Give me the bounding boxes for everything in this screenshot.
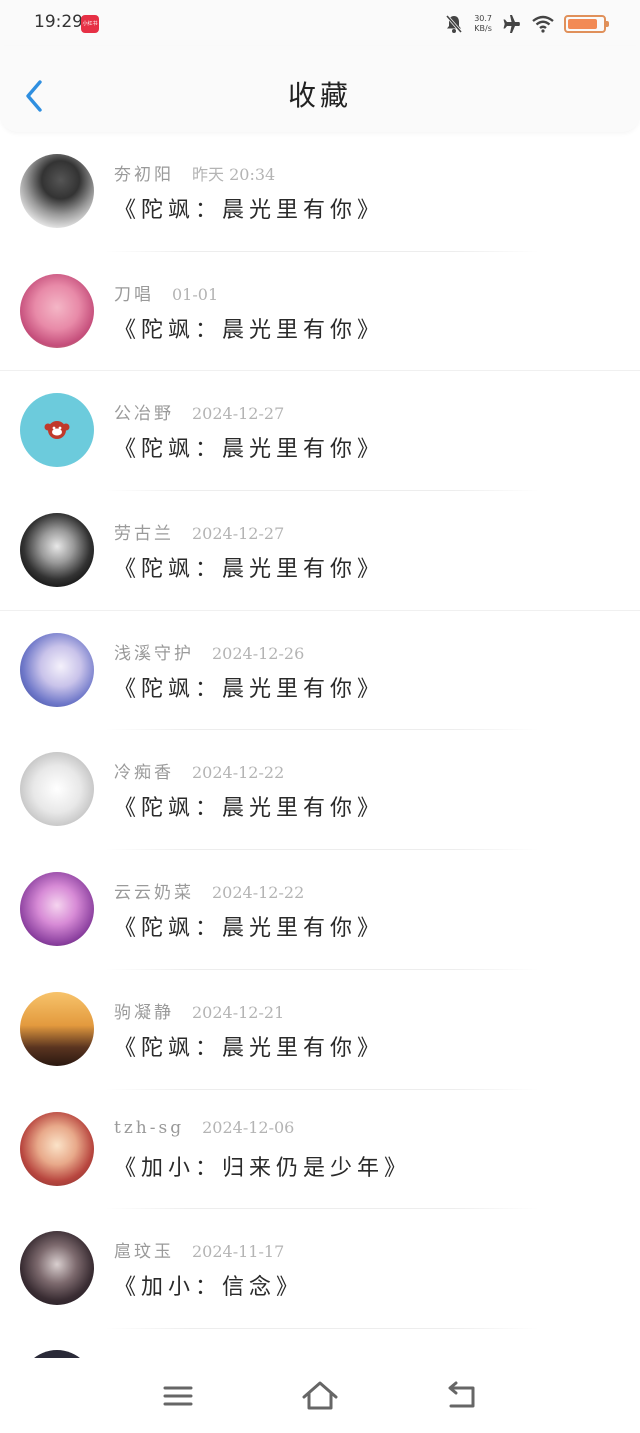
net-speed-unit: KB/s <box>474 24 492 33</box>
menu-button[interactable] <box>158 1378 198 1414</box>
author-name: 云云奶菜 <box>114 883 194 904</box>
header: 收藏 <box>0 46 640 132</box>
timestamp: 01-01 <box>172 284 219 304</box>
author-name: 夯初阳 <box>114 165 174 185</box>
author-name: tzh-sg <box>114 1117 185 1138</box>
favorites-list: 夯初阳 昨天 20:34 《陀飒：晨光里有你》 刀唱 01-01 《陀飒：晨光里有你… <box>0 132 640 1358</box>
avatar <box>20 872 94 947</box>
avatar <box>20 1111 94 1186</box>
item-title: 《陀飒：晨光里有你》 <box>114 916 385 942</box>
list-item[interactable]: 劳古兰 2024-12-27 《陀飒：晨光里有你》 <box>0 491 640 611</box>
avatar <box>20 632 94 707</box>
timestamp: 2024-11-17 <box>192 1242 285 1262</box>
item-title: 《陀飒：晨光里有你》 <box>114 317 385 343</box>
net-speed: 30.7 KB/s <box>474 14 492 34</box>
item-meta: 扈玟玉 2024-11-17 <box>114 1237 284 1262</box>
item-meta: 云云奶菜 2024-12-22 <box>114 878 304 903</box>
timestamp: 昨天 20:34 <box>192 165 276 184</box>
net-speed-value: 30.7 <box>474 14 492 23</box>
home-icon <box>302 1381 338 1410</box>
back-nav-button[interactable] <box>442 1378 482 1414</box>
back-icon <box>448 1381 475 1408</box>
item-meta: 驹凝静 2024-12-21 <box>114 998 284 1023</box>
item-meta: 劳古兰 2024-12-27 <box>114 519 284 544</box>
author-name: 冷痴香 <box>114 763 174 784</box>
avatar <box>20 393 94 468</box>
airplane-icon <box>503 15 520 33</box>
status-time: 19:29 <box>34 12 83 32</box>
timestamp: 2024-12-27 <box>192 404 285 424</box>
timestamp: 2024-12-06 <box>202 1117 295 1137</box>
monkey-logo-icon <box>44 421 70 440</box>
status-bar: 19:29 小红书 30.7 KB/s <box>0 0 640 46</box>
avatar <box>20 991 94 1066</box>
item-title: 《陀飒：晨光里有你》 <box>114 796 385 822</box>
list-item[interactable]: 公冶野 2024-12-27 《陀飒：晨光里有你》 <box>0 371 640 492</box>
list-item[interactable]: 夯初阳 昨天 20:34 《陀飒：晨光里有你》 <box>0 132 640 252</box>
list-item[interactable]: 冷痴香 2024-12-22 《陀飒：晨光里有你》 <box>0 730 640 851</box>
item-meta: tzh-sg 2024-12-06 <box>114 1118 294 1138</box>
wifi-icon <box>532 15 554 33</box>
item-meta: 夯初阳 昨天 20:34 <box>114 160 275 185</box>
list-item[interactable]: 浅溪守护 2024-12-26 《陀飒：晨光里有你》 <box>0 611 640 731</box>
item-title: 《陀飒：晨光里有你》 <box>114 676 385 702</box>
author-name: 公冶野 <box>114 404 174 425</box>
timestamp: 2024-12-22 <box>212 883 305 903</box>
page-title: 收藏 <box>287 79 352 112</box>
app-notification-icon: 小红书 <box>81 15 99 33</box>
item-title: 《陀飒：晨光里有你》 <box>114 437 385 463</box>
divider <box>104 1327 540 1329</box>
list-item[interactable]: 刀唱 01-01 《陀飒：晨光里有你》 <box>0 252 640 372</box>
author-name: 刀唱 <box>114 284 154 305</box>
timestamp: 2024-12-27 <box>192 524 285 544</box>
battery-icon <box>564 15 609 33</box>
list-item[interactable]: 扈玟玉 2024-11-17 《加小：信念》 <box>0 1209 640 1329</box>
author-name: 扈玟玉 <box>114 1242 174 1263</box>
author-name: 劳古兰 <box>114 524 174 545</box>
menu-icon <box>163 1386 193 1406</box>
list-item[interactable]: 云云奶菜 2024-12-22 《陀飒：晨光里有你》 <box>0 850 640 970</box>
timestamp: 2024-12-21 <box>192 1002 285 1022</box>
mute-bell-icon <box>446 15 463 33</box>
avatar <box>20 154 94 228</box>
avatar <box>20 273 94 348</box>
list-item[interactable]: 驹凝静 2024-12-21 《陀飒：晨光里有你》 <box>0 970 640 1090</box>
navigation-bar <box>0 1358 640 1433</box>
timestamp: 2024-12-22 <box>192 763 285 783</box>
avatar <box>20 513 94 588</box>
item-title: 《陀飒：晨光里有你》 <box>114 198 385 223</box>
status-icons: 30.7 KB/s <box>444 10 609 38</box>
list-item[interactable]: tzh-sg 2024-12-06 《加小：归来仍是少年》 <box>0 1090 640 1210</box>
avatar <box>20 752 94 827</box>
author-name: 驹凝静 <box>114 1002 174 1023</box>
item-meta: 公冶野 2024-12-27 <box>114 399 284 424</box>
item-title: 《加小：归来仍是少年》 <box>114 1155 412 1181</box>
item-title: 《陀飒：晨光里有你》 <box>114 1035 385 1061</box>
battery-level <box>568 19 597 29</box>
author-name: 浅溪守护 <box>114 643 194 664</box>
item-title: 《加小：信念》 <box>114 1275 304 1301</box>
item-meta: 刀唱 01-01 <box>114 280 218 305</box>
timestamp: 2024-12-26 <box>212 643 305 663</box>
item-title: 《陀飒：晨光里有你》 <box>114 557 385 583</box>
item-meta: 浅溪守护 2024-12-26 <box>114 639 304 664</box>
avatar <box>20 1231 94 1306</box>
item-meta: 冷痴香 2024-12-22 <box>114 758 284 783</box>
home-button[interactable] <box>300 1378 340 1414</box>
